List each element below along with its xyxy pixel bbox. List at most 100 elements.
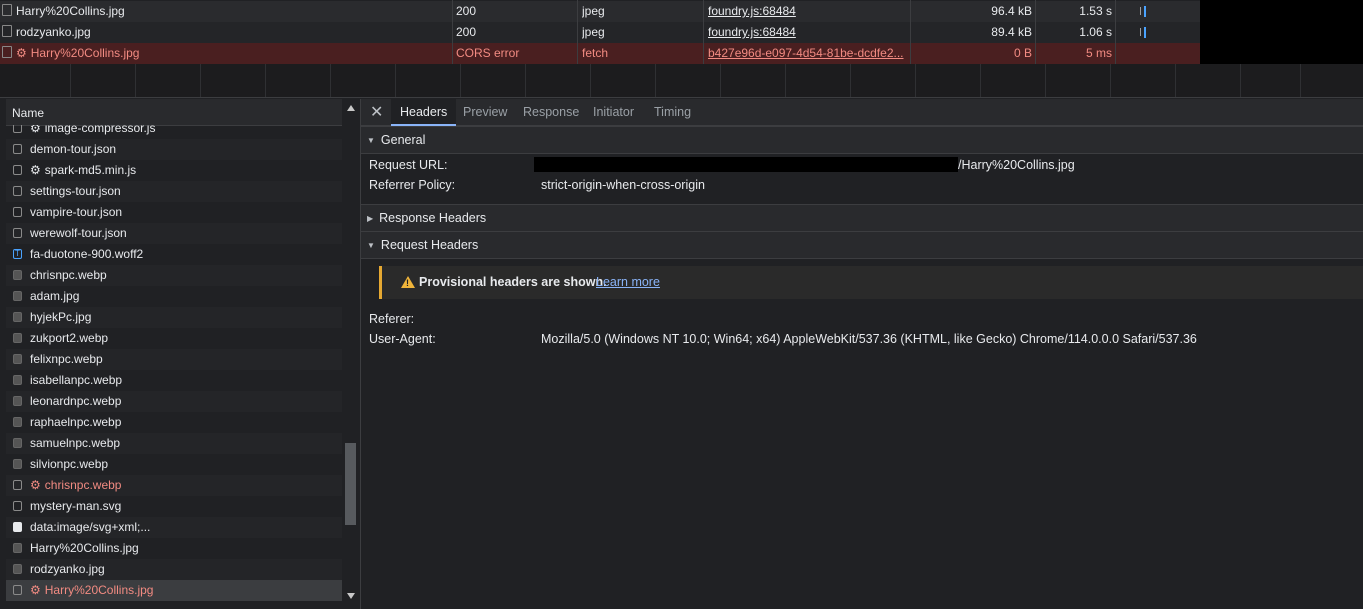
expand-triangle-icon: ▶ (367, 214, 374, 223)
list-item-name: Harry%20Collins.jpg (44, 583, 154, 597)
request-row[interactable]: rodzyanko.jpg 200 jpeg foundry.js:68484 … (0, 22, 1200, 43)
tab-timing[interactable]: Timing (645, 99, 700, 125)
column-divider[interactable] (910, 0, 911, 64)
list-item[interactable]: demon-tour.json (6, 139, 342, 160)
image-icon (13, 312, 22, 322)
section-title: Response Headers (379, 211, 487, 225)
list-item[interactable]: data:image/svg+xml;... (6, 517, 342, 538)
gear-icon: ⚙ (16, 46, 27, 60)
list-item-name: samuelnpc.webp (30, 436, 121, 450)
list-item[interactable]: ⚙ image-compressor.js (6, 125, 342, 139)
tab-response[interactable]: Response (514, 99, 588, 125)
scroll-down-icon[interactable] (347, 593, 355, 599)
list-item[interactable]: Harry%20Collins.jpg (6, 538, 342, 559)
list-item[interactable]: silvionpc.webp (6, 454, 342, 475)
file-icon (13, 480, 22, 490)
image-icon (13, 270, 22, 280)
list-item[interactable]: isabellanpc.webp (6, 370, 342, 391)
section-title: General (380, 133, 426, 147)
request-type: jpeg (582, 4, 605, 18)
list-item-name: adam.jpg (30, 289, 80, 303)
tab-headers[interactable]: Headers (391, 99, 457, 126)
file-icon (13, 228, 22, 238)
file-icon (13, 144, 22, 154)
file-icon (13, 207, 22, 217)
list-item-name: data:image/svg+xml;... (30, 520, 151, 534)
font-icon: T (13, 249, 22, 259)
file-icon (2, 46, 12, 58)
image-icon (13, 438, 22, 448)
list-item[interactable]: mystery-man.svg (6, 496, 342, 517)
user-agent-label: User-Agent: (369, 332, 436, 346)
list-item[interactable]: werewolf-tour.json (6, 223, 342, 244)
name-list-panel: Name ⚙ image-compressor.js demon-tour.json… (0, 99, 361, 609)
gear-icon: ⚙ (30, 163, 41, 177)
list-item[interactable]: adam.jpg (6, 286, 342, 307)
image-icon (13, 354, 22, 364)
list-item-name: raphaelnpc.webp (30, 415, 122, 429)
file-icon (13, 186, 22, 196)
request-url-value: /Harry%20Collins.jpg (958, 158, 1075, 172)
list-item-name: fa-duotone-900.woff2 (30, 247, 144, 261)
close-icon[interactable]: ✕ (370, 102, 383, 122)
list-item[interactable]: felixnpc.webp (6, 349, 342, 370)
response-headers-section-header[interactable]: ▶ Response Headers (361, 204, 1363, 232)
scrollbar[interactable] (342, 99, 360, 609)
list-item[interactable]: ⚙ chrisnpc.webp (6, 475, 342, 496)
request-initiator-link[interactable]: b427e96d-e097-4d54-81be-dcdfe2... (708, 43, 908, 64)
column-divider[interactable] (1035, 0, 1036, 64)
scroll-up-icon[interactable] (347, 105, 355, 111)
details-tab-bar: ✕ Headers Preview Response Initiator Tim… (361, 99, 1363, 126)
request-initiator-link[interactable]: foundry.js:68484 (708, 1, 908, 22)
referrer-policy-label: Referrer Policy: (369, 178, 456, 192)
name-column-label: Name (12, 106, 45, 120)
list-item[interactable]: hyjekPc.jpg (6, 307, 342, 328)
timeline-overview[interactable] (0, 64, 1363, 98)
request-size: 96.4 kB (991, 4, 1032, 18)
tab-preview[interactable]: Preview (454, 99, 516, 125)
name-column-header[interactable]: Name (6, 99, 360, 126)
blank-area (1200, 0, 1363, 69)
section-title: Request Headers (380, 238, 479, 252)
list-item[interactable]: zukport2.webp (6, 328, 342, 349)
tab-initiator[interactable]: Initiator (584, 99, 643, 125)
request-time: 1.53 s (1079, 4, 1112, 18)
list-item[interactable]: leonardnpc.webp (6, 391, 342, 412)
request-row[interactable]: Harry%20Collins.jpg 200 jpeg foundry.js:… (0, 1, 1200, 22)
error-gear-icon: ⚙ (30, 478, 41, 492)
image-icon (13, 459, 22, 469)
svg-data-icon (13, 522, 22, 532)
list-item[interactable]: Tfa-duotone-900.woff2 (6, 244, 342, 265)
request-name: rodzyanko.jpg (16, 25, 91, 39)
list-item-name: werewolf-tour.json (30, 226, 127, 240)
list-item[interactable]: raphaelnpc.webp (6, 412, 342, 433)
image-icon (13, 375, 22, 385)
column-divider[interactable] (577, 0, 578, 64)
list-item[interactable]: rodzyanko.jpg (6, 559, 342, 580)
redacted-block (534, 157, 958, 172)
file-icon (13, 501, 22, 511)
list-item[interactable]: vampire-tour.json (6, 202, 342, 223)
request-table: Harry%20Collins.jpg 200 jpeg foundry.js:… (0, 0, 1200, 64)
image-icon (13, 291, 22, 301)
list-item[interactable]: settings-tour.json (6, 181, 342, 202)
request-row-error[interactable]: ⚙ Harry%20Collins.jpg CORS error fetch b4… (0, 43, 1200, 64)
list-item[interactable]: ⚙ spark-md5.min.js (6, 160, 342, 181)
column-divider[interactable] (452, 0, 453, 64)
column-divider[interactable] (703, 0, 704, 64)
scrollbar-thumb[interactable] (345, 443, 356, 525)
list-item-name: image-compressor.js (44, 125, 156, 135)
image-file-icon (2, 4, 12, 16)
general-section-header[interactable]: ▼ General (361, 126, 1363, 154)
image-icon (13, 543, 22, 553)
request-headers-section-header[interactable]: ▼ Request Headers (361, 231, 1363, 259)
collapse-triangle-icon: ▼ (367, 136, 375, 145)
list-item[interactable]: ⚙ Harry%20Collins.jpg (6, 580, 342, 601)
learn-more-link[interactable]: Learn more (596, 275, 660, 289)
request-initiator-link[interactable]: foundry.js:68484 (708, 22, 908, 43)
list-item[interactable]: chrisnpc.webp (6, 265, 342, 286)
column-divider[interactable] (1115, 0, 1116, 64)
list-item[interactable]: samuelnpc.webp (6, 433, 342, 454)
list-item-name: zukport2.webp (30, 331, 109, 345)
request-time: 1.06 s (1079, 25, 1112, 39)
